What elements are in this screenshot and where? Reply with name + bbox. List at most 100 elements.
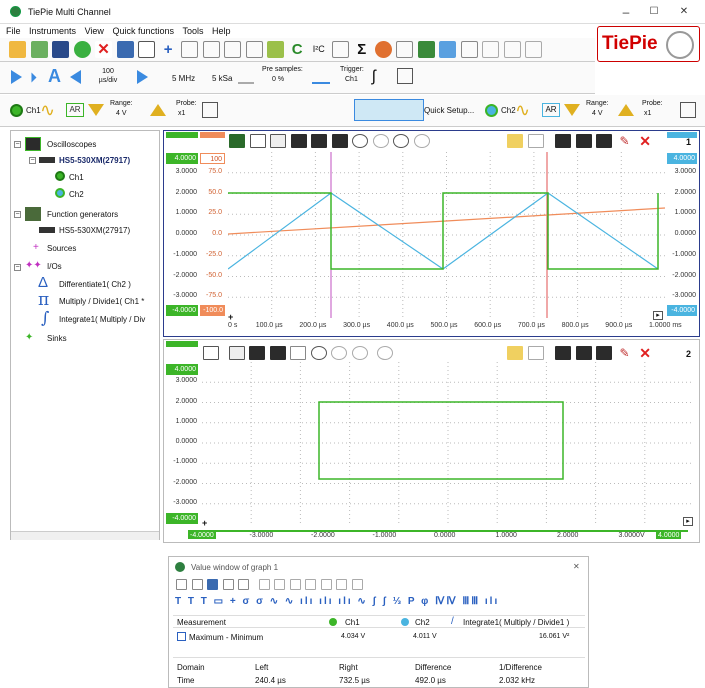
ch1-icon[interactable] — [10, 104, 23, 117]
tree-integrate[interactable]: Integrate1( Multiply / Div — [59, 315, 145, 324]
ch2-icon[interactable] — [485, 104, 498, 117]
graph1-zoom-out-icon[interactable] — [372, 134, 389, 148]
graph1-link-icon[interactable] — [527, 134, 544, 148]
graph-1-icon[interactable] — [460, 41, 478, 58]
graph2-zoom-out-icon[interactable] — [331, 346, 348, 360]
graph1-math-top-tag[interactable]: 100 — [200, 153, 225, 164]
vw-cursor-right-icon[interactable] — [274, 579, 286, 591]
graph2-wave-icon[interactable] — [575, 346, 592, 360]
lines-icon[interactable] — [245, 41, 263, 58]
menu-file[interactable]: File — [6, 24, 21, 38]
tree-device1[interactable]: HS5-530XM(27917) — [59, 156, 130, 165]
graph2-comment-icon[interactable] — [507, 346, 523, 360]
graph1-pen-icon[interactable]: ✎ — [617, 134, 633, 148]
ch2-ar-button[interactable]: AR — [542, 103, 560, 117]
graph2-icon[interactable] — [202, 41, 220, 58]
graph2-fit-icon[interactable] — [203, 346, 219, 360]
graph2-memory-icon[interactable] — [555, 346, 572, 360]
tree-ios[interactable]: I/Os — [47, 262, 62, 271]
expand-device1[interactable]: − — [29, 157, 36, 164]
graph2-scroll-right-icon[interactable]: ▸ — [683, 517, 693, 526]
tree-device2[interactable]: HS5-530XM(27917) — [59, 226, 130, 235]
add-cursor-icon[interactable]: + — [160, 41, 177, 58]
graph-3-icon[interactable] — [503, 41, 521, 58]
graph1-plot[interactable] — [228, 152, 665, 318]
tree-function-generators[interactable]: Function generators — [47, 210, 118, 219]
chip-icon[interactable] — [417, 41, 435, 58]
bus-icon[interactable] — [331, 41, 349, 58]
trigger-arrow-icon[interactable] — [312, 70, 330, 84]
tree-ch1[interactable]: Ch1 — [69, 173, 84, 182]
graph-4-icon[interactable] — [525, 41, 543, 58]
graph1-memory-icon[interactable] — [555, 134, 572, 148]
vw-cursor-hv-icon[interactable] — [336, 579, 348, 591]
menu-view[interactable]: View — [85, 24, 104, 38]
open-icon[interactable] — [9, 41, 26, 58]
trigger-settings-icon[interactable] — [397, 68, 413, 84]
ch1-coupling-icon[interactable]: ∿ — [40, 100, 62, 120]
graph2-top-tag[interactable]: 4.0000 — [166, 364, 198, 375]
sum-icon[interactable]: Σ — [353, 41, 370, 58]
graph2-zoom-fit-icon[interactable] — [351, 346, 368, 360]
tree-ch2[interactable]: Ch2 — [69, 190, 84, 199]
tree-multiply[interactable]: Multiply / Divide1( Ch1 * — [59, 297, 144, 306]
expand-function-generators[interactable]: − — [14, 211, 21, 218]
graph1-trigger-marker[interactable]: + — [228, 312, 233, 322]
c-icon[interactable]: C — [289, 41, 306, 58]
pre-samples-value[interactable]: 0 % — [272, 76, 284, 83]
close-button[interactable]: ✕ — [670, 4, 698, 20]
menu-instruments[interactable]: Instruments — [29, 24, 76, 38]
step-icon[interactable]: ⏵ — [30, 70, 42, 84]
delete-icon[interactable]: ✕ — [95, 41, 113, 58]
palette-icon[interactable] — [374, 41, 392, 58]
maximize-button[interactable]: ☐ — [640, 4, 668, 20]
graph2-pen-icon[interactable]: ✎ — [617, 346, 633, 360]
graph1-xy-icon[interactable] — [331, 134, 348, 148]
ch2-range-value[interactable]: 4 V — [592, 110, 603, 117]
tree-oscilloscopes[interactable]: Oscilloscopes — [47, 140, 96, 149]
print-icon[interactable] — [116, 41, 134, 58]
graph1-envelope-icon[interactable] — [311, 134, 328, 148]
decrease-time-icon[interactable] — [70, 70, 81, 84]
graph2-yt-icon[interactable] — [249, 346, 266, 360]
ch2-range-up-icon[interactable] — [618, 104, 634, 116]
menu-quick-functions[interactable]: Quick functions — [112, 24, 174, 38]
graph1-ch1-top-tag[interactable]: 4.0000 — [166, 153, 198, 164]
graph1-comment-icon[interactable] — [507, 134, 523, 148]
play-icon[interactable] — [11, 70, 22, 84]
expand-oscilloscopes[interactable]: − — [14, 141, 21, 148]
graph1-grid-icon[interactable] — [270, 134, 287, 148]
graph2-marker[interactable]: + — [202, 518, 207, 528]
vw-filter-icon[interactable] — [176, 579, 187, 591]
vw-cursor-free-icon[interactable] — [351, 579, 363, 591]
tree-differentiate[interactable]: Differentiate1( Ch2 ) — [59, 280, 131, 289]
ch1-probe-value[interactable]: x1 — [178, 110, 185, 117]
graph-2-icon[interactable] — [482, 41, 500, 58]
ch2-coupling-icon[interactable]: ∿ — [515, 100, 537, 120]
graph2-envelope-icon[interactable] — [269, 346, 286, 360]
graph1-autoscale-icon[interactable] — [229, 134, 245, 148]
graph1-ch2-top-tag[interactable]: 4.0000 — [667, 153, 697, 164]
ch2-probe-value[interactable]: x1 — [644, 110, 651, 117]
layout-icon[interactable] — [138, 41, 156, 58]
graph2-plot[interactable] — [202, 362, 694, 524]
sample-rate[interactable]: 5 MHz — [172, 74, 195, 83]
minimize-button[interactable]: – — [612, 4, 640, 20]
graph-icon[interactable] — [181, 41, 199, 58]
trigger-source[interactable]: Ch1 — [345, 76, 358, 83]
vw-cursor-bottom-icon[interactable] — [320, 579, 332, 591]
ch1-settings-icon[interactable] — [202, 102, 218, 118]
graph1-close-icon[interactable]: ✕ — [637, 134, 653, 148]
graph1-fit-icon[interactable] — [249, 134, 266, 148]
graph2-xy-icon[interactable] — [290, 346, 307, 360]
ch2-range-down-icon[interactable] — [564, 104, 580, 116]
open-recent-icon[interactable] — [30, 41, 48, 58]
vt-row-label[interactable]: Maximum - Minimum — [189, 633, 263, 642]
timebase-value[interactable]: 100 µs/div — [88, 67, 128, 85]
ch1-range-down-icon[interactable] — [88, 104, 104, 116]
graph1-math-bottom-tag[interactable]: -100.0 — [200, 305, 225, 316]
graph2-eye-icon[interactable] — [377, 346, 394, 360]
tree-sinks[interactable]: Sinks — [47, 334, 67, 343]
graph1-zoom-fit-icon[interactable] — [393, 134, 410, 148]
i2c-icon[interactable]: I²C — [310, 41, 327, 58]
